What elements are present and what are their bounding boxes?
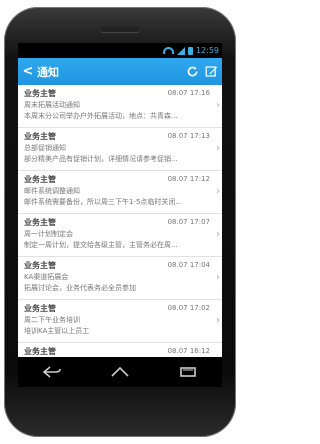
top-app-bar: < 通知 [18,58,222,85]
notification-time: 08.07 17:13 [167,132,210,140]
notification-subject: 周二下午业务培训 [24,316,80,324]
screen: 12:59 < 通知 业务主管 08.07 17:16 周末拓展活动通知 本周末… [18,43,222,386]
notification-preview: 部分精美产品有促销计划，详细情况请参考促销... [24,155,178,163]
page-title: 通知 [37,65,59,79]
notification-subject: KA渠道拓展会 [24,273,69,281]
nav-back-icon[interactable] [40,365,64,379]
notification-time: 08.07 17:12 [167,175,210,183]
notification-sender: 业务主管 [24,175,56,184]
notification-sender: 业务主管 [24,261,56,270]
notification-time: 08.07 17:16 [167,89,210,97]
notification-subject: 邮件系统调整通知 [24,187,80,195]
notification-preview: 拓展讨论会，业务代表务必全员参加 [24,284,136,292]
chevron-right-icon: › [216,315,220,326]
notification-item[interactable]: 业务主管 08.07 17:12 邮件系统调整通知 邮件系统需要备份，所以周三下… [18,171,222,214]
notification-sender: 业务主管 [24,347,56,356]
notification-item[interactable]: 业务主管 08.07 17:07 周一计划制定会 制定一周计划，提交给各级主管，… [18,214,222,257]
phone-frame: 12:59 < 通知 业务主管 08.07 17:16 周末拓展活动通知 本周末… [0,0,240,444]
nav-home-icon[interactable] [108,365,132,379]
notification-subject: 周末拓展活动通知 [24,101,80,109]
compose-icon[interactable] [203,64,219,80]
nav-recents-icon[interactable] [176,365,200,379]
chevron-right-icon: › [216,186,220,197]
notification-list[interactable]: 业务主管 08.07 17:16 周末拓展活动通知 本周末分公司举办户外拓展活动… [18,85,222,386]
notification-sender: 业务主管 [24,304,56,313]
notification-subject: 周一计划制定会 [24,230,73,238]
notification-sender: 业务主管 [24,89,56,98]
chevron-right-icon: › [216,100,220,111]
chevron-right-icon: › [216,272,220,283]
notification-preview: 制定一周计划，提交给各级主管，主管务必在周... [24,241,178,249]
notification-sender: 业务主管 [24,132,56,141]
earpiece [100,27,140,32]
battery-icon [187,46,193,55]
notification-time: 08.07 16:12 [167,347,210,355]
notification-time: 08.07 17:02 [167,304,210,312]
notification-preview: 本周末分公司举办户外拓展活动，地点：共青森... [24,112,178,120]
refresh-icon[interactable] [184,64,200,80]
notification-time: 08.07 17:07 [167,218,210,226]
signal-icon [176,46,185,55]
notification-preview: 培训KA主管以上员工 [24,327,90,335]
status-bar: 12:59 [18,43,222,58]
chevron-right-icon: › [216,229,220,240]
status-time: 12:59 [195,46,219,55]
notification-preview: 邮件系统需要备份，所以周三下午1-5点临时关闭... [24,198,183,206]
chevron-right-icon: › [216,143,220,154]
wifi-icon [162,47,174,54]
notification-item[interactable]: 业务主管 08.07 17:16 周末拓展活动通知 本周末分公司举办户外拓展活动… [18,85,222,128]
system-nav-bar [18,357,222,387]
back-icon[interactable]: < [21,64,35,79]
notification-item[interactable]: 业务主管 08.07 17:02 周二下午业务培训 培训KA主管以上员工 › [18,300,222,343]
notification-subject: 总部促销通知 [24,144,66,152]
notification-item[interactable]: 业务主管 08.07 17:04 KA渠道拓展会 拓展讨论会，业务代表务必全员参… [18,257,222,300]
notification-item[interactable]: 业务主管 08.07 17:13 总部促销通知 部分精美产品有促销计划，详细情况… [18,128,222,171]
notification-time: 08.07 17:04 [167,261,210,269]
notification-sender: 业务主管 [24,218,56,227]
